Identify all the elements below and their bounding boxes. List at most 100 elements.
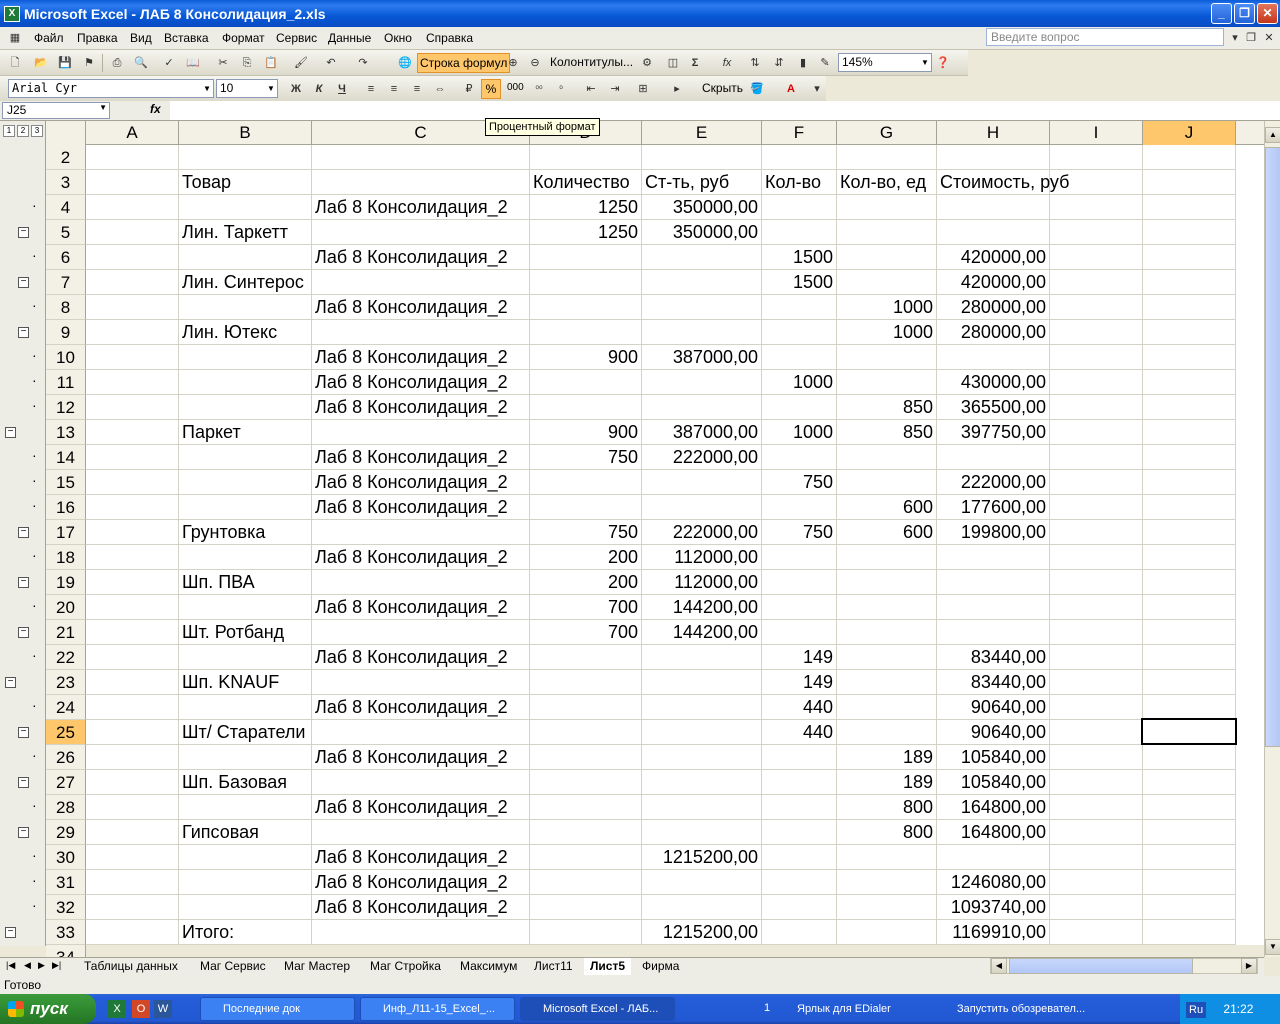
zoom-select[interactable]: 145% ▼ [838,53,932,72]
cell-e15[interactable] [642,470,762,495]
taskbar-edialer[interactable]: Ярлык для EDialer [774,997,929,1021]
cell-b15[interactable] [179,470,312,495]
cell-j2[interactable] [1143,145,1236,170]
cell-h32[interactable]: 1093740,00 [937,895,1050,920]
cell-h7[interactable]: 420000,00 [937,270,1050,295]
cell-d18[interactable]: 200 [530,545,642,570]
cell-j14[interactable] [1143,445,1236,470]
collapse-group-icon[interactable]: − [18,577,29,588]
print-preview-icon[interactable]: 🔍 [132,54,150,72]
row-header-11[interactable]: 11 [46,370,86,395]
fill-color-icon[interactable]: 🪣 [748,80,766,98]
cell-f25[interactable]: 440 [762,720,837,745]
cell-a10[interactable] [86,345,179,370]
cell-b13[interactable]: Паркет [179,420,312,445]
cell-i14[interactable] [1050,445,1143,470]
cell-i27[interactable] [1050,770,1143,795]
cell-g26[interactable]: 189 [837,745,937,770]
decrease-decimal-icon[interactable]: ⁰ [552,80,570,98]
cell-i32[interactable] [1050,895,1143,920]
cell-d33[interactable] [530,920,642,945]
active-cell-j25[interactable] [1141,718,1237,745]
worksheet-grid[interactable]: Товар Количество Ст-ть, руб Кол-во Кол-во, е… [86,145,1264,945]
cell-f13[interactable]: 1000 [762,420,837,445]
cell-e30[interactable]: 1215200,00 [642,845,762,870]
collapse-group-icon[interactable]: − [5,927,16,938]
cell-c29[interactable] [312,820,530,845]
cell-i13[interactable] [1050,420,1143,445]
cell-c4[interactable]: Лаб 8 Консолидация_2 [312,195,530,220]
cell-d21[interactable]: 700 [530,620,642,645]
cell-a9[interactable] [86,320,179,345]
cell-g31[interactable] [837,870,937,895]
column-header-f[interactable]: F [762,121,837,145]
cell-f9[interactable] [762,320,837,345]
cell-f8[interactable] [762,295,837,320]
cell-j11[interactable] [1143,370,1236,395]
cell-i26[interactable] [1050,745,1143,770]
cell-g20[interactable] [837,595,937,620]
cell-d19[interactable]: 200 [530,570,642,595]
cell-c12[interactable]: Лаб 8 Консолидация_2 [312,395,530,420]
cell-e18[interactable]: 112000,00 [642,545,762,570]
cell-g2[interactable] [837,145,937,170]
row-header-25[interactable]: 25 [46,720,86,745]
cell-f29[interactable] [762,820,837,845]
next-sheet-icon[interactable]: ▶ [38,960,45,971]
cell-a3[interactable] [86,170,179,195]
cell-g27[interactable]: 189 [837,770,937,795]
cell-e26[interactable] [642,745,762,770]
help-search-input[interactable]: Введите вопрос [986,28,1224,46]
cell-h23[interactable]: 83440,00 [937,670,1050,695]
cell-j21[interactable] [1143,620,1236,645]
cell-a33[interactable] [86,920,179,945]
outline-level-3-button[interactable]: 3 [31,125,43,137]
excel-app-icon[interactable]: X [4,5,20,22]
collapse-group-icon[interactable]: − [5,427,16,438]
menu-help[interactable]: Справка [426,31,473,45]
vertical-scrollbar[interactable]: ▲ ▼ [1264,121,1280,957]
vertical-scroll-thumb[interactable] [1265,147,1280,747]
chevron-down-icon[interactable]: ▼ [919,54,931,71]
row-header-6[interactable]: 6 [46,245,86,270]
cell-d14[interactable]: 750 [530,445,642,470]
cell-a28[interactable] [86,795,179,820]
cell-d15[interactable] [530,470,642,495]
sheet-tab[interactable]: Лист5 [584,958,632,975]
cell-b33[interactable]: Итого: [179,920,312,945]
hide-detail-button[interactable]: Скрыть [700,79,745,99]
cell-f6[interactable]: 1500 [762,245,837,270]
cell-i2[interactable] [1050,145,1143,170]
cell-h27[interactable]: 105840,00 [937,770,1050,795]
cell-c3[interactable] [312,170,530,195]
cell-h14[interactable] [937,445,1050,470]
cell-e19[interactable]: 112000,00 [642,570,762,595]
row-header-21[interactable]: 21 [46,620,86,645]
align-right-icon[interactable]: ≡ [408,80,426,98]
insert-function-icon[interactable]: fx [150,102,161,116]
row-header-12[interactable]: 12 [46,395,86,420]
help-icon[interactable]: ❓ [934,54,952,72]
row-header-14[interactable]: 14 [46,445,86,470]
cell-c32[interactable]: Лаб 8 Консолидация_2 [312,895,530,920]
autosum-icon[interactable]: Σ [686,54,704,72]
cell-a16[interactable] [86,495,179,520]
outline-level-2-button[interactable]: 2 [17,125,29,137]
align-left-icon[interactable]: ≡ [362,80,380,98]
cell-j8[interactable] [1143,295,1236,320]
sheet-tab[interactable]: Лист11 [528,958,579,975]
cell-b4[interactable] [179,195,312,220]
quicklaunch-word-icon[interactable]: W [154,1000,172,1018]
menu-file[interactable]: Файл [34,31,64,45]
row-header-5[interactable]: 5 [46,220,86,245]
cell-j13[interactable] [1143,420,1236,445]
cell-f10[interactable] [762,345,837,370]
cell-a32[interactable] [86,895,179,920]
save-icon[interactable]: 💾 [56,54,74,72]
collapse-group-icon[interactable]: − [18,827,29,838]
cell-g15[interactable] [837,470,937,495]
cell-a22[interactable] [86,645,179,670]
cell-h25[interactable]: 90640,00 [937,720,1050,745]
cell-c8[interactable]: Лаб 8 Консолидация_2 [312,295,530,320]
cell-b8[interactable] [179,295,312,320]
